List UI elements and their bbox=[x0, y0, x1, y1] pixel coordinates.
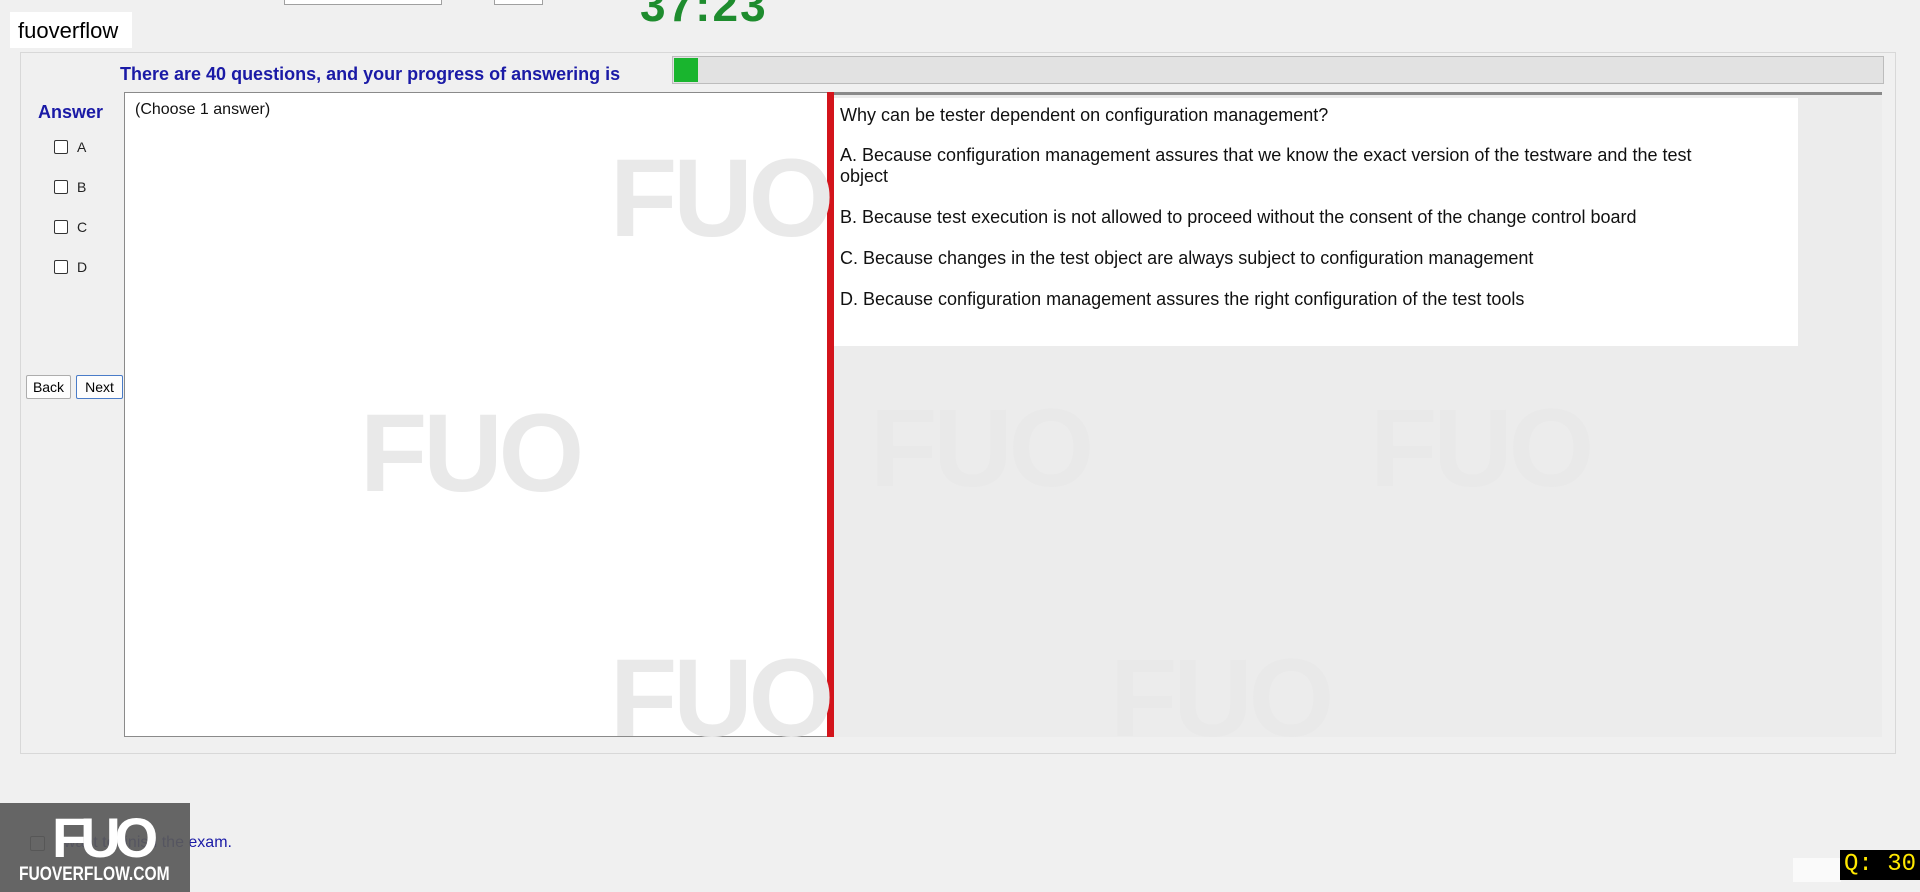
top-spinner[interactable] bbox=[494, 0, 543, 5]
checkbox-a[interactable] bbox=[54, 140, 68, 154]
watermark-logo: FUO bbox=[610, 637, 834, 760]
fuoverflow-logo: FUO FUOVERFLOW.COM bbox=[0, 803, 190, 892]
watermark-logo: FUO bbox=[1370, 387, 1594, 510]
counter-background bbox=[1793, 858, 1841, 882]
checkbox-d[interactable] bbox=[54, 260, 68, 274]
answer-option-label: A bbox=[77, 139, 87, 155]
question-option-c: C. Because changes in the test object ar… bbox=[840, 248, 1534, 268]
question-option-a: A. Because configuration management assu… bbox=[840, 145, 1692, 186]
answer-option-label: B bbox=[77, 179, 87, 195]
answer-option-d[interactable]: D bbox=[54, 259, 87, 275]
answer-option-label: C bbox=[77, 219, 88, 235]
watermark-logo: FUO bbox=[1110, 637, 1334, 760]
logo-mark: FUO bbox=[52, 806, 158, 869]
progress-text: There are 40 questions, and your progres… bbox=[120, 64, 621, 84]
answer-option-a[interactable]: A bbox=[54, 139, 86, 155]
question-counter: Q: 30 bbox=[1840, 850, 1920, 880]
answer-title: Answer bbox=[38, 102, 104, 122]
watermark-logo: FUO bbox=[870, 387, 1094, 510]
exam-timer: 37:23 bbox=[640, 0, 768, 31]
progress-fill bbox=[674, 58, 698, 82]
progress-bar bbox=[672, 56, 1884, 84]
choose-hint: (Choose 1 answer) bbox=[135, 101, 271, 118]
site-label: fuoverflow bbox=[10, 12, 133, 48]
watermark-logo: FUO bbox=[610, 137, 834, 260]
logo-text: FUOVERFLOW.COM bbox=[19, 864, 170, 885]
question-option-d: D. Because configuration management assu… bbox=[840, 289, 1525, 309]
checkbox-b[interactable] bbox=[54, 180, 68, 194]
top-dropdown[interactable] bbox=[284, 0, 442, 5]
answer-option-label: D bbox=[77, 259, 88, 275]
checkbox-c[interactable] bbox=[54, 220, 68, 234]
question-text: Why can be tester dependent on configura… bbox=[840, 105, 1329, 125]
watermark-logo: FUO bbox=[360, 392, 584, 515]
answer-option-c[interactable]: C bbox=[54, 219, 87, 235]
question-option-b: B. Because test execution is not allowed… bbox=[840, 207, 1637, 227]
back-button[interactable]: Back bbox=[26, 375, 71, 399]
next-button[interactable]: Next bbox=[76, 375, 123, 399]
question-box: Why can be tester dependent on configura… bbox=[834, 98, 1798, 346]
answer-option-b[interactable]: B bbox=[54, 179, 86, 195]
